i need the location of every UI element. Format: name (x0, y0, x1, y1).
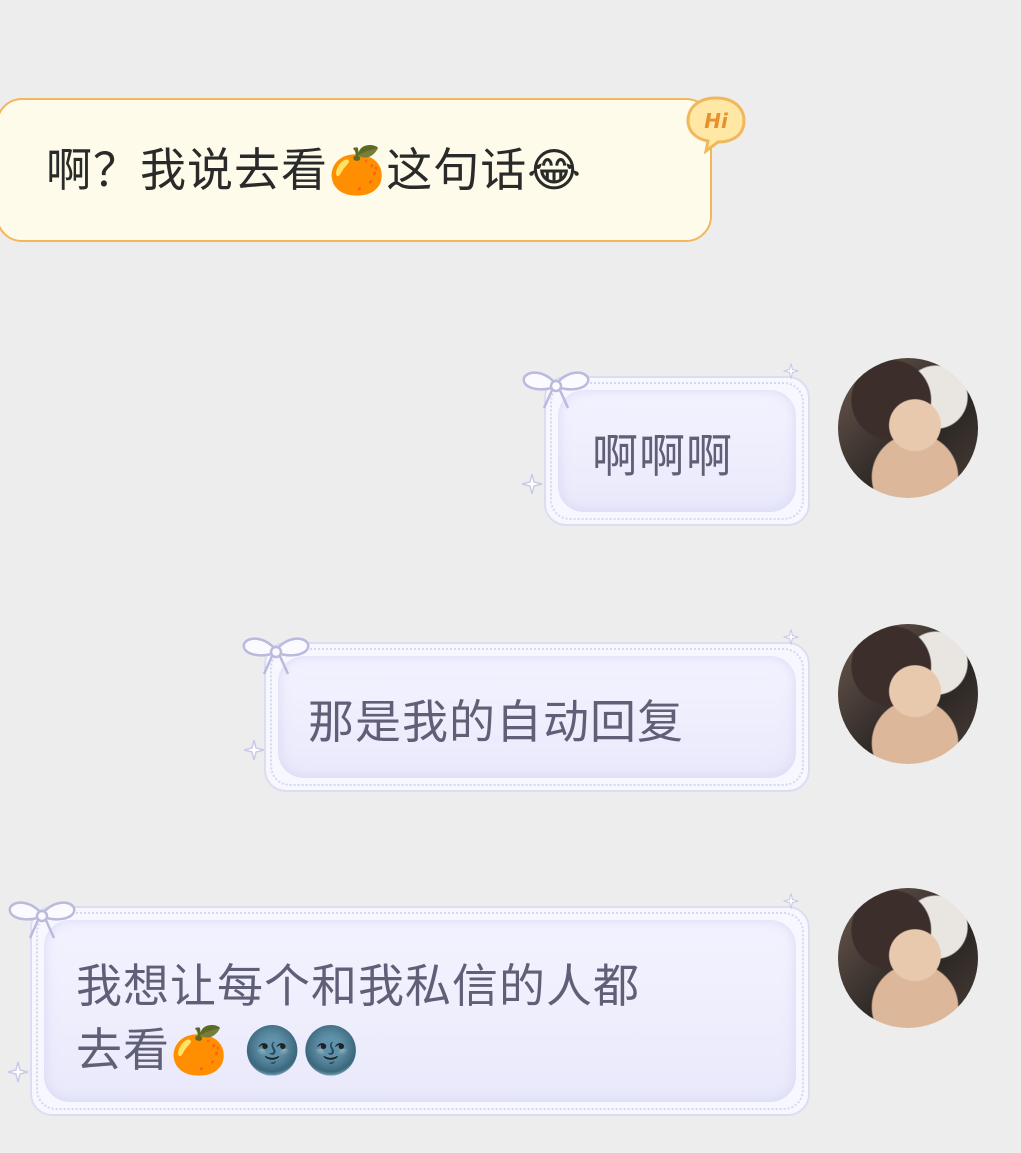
user-avatar[interactable] (838, 624, 978, 764)
tangerine-emoji: 🍊 (328, 143, 387, 197)
outgoing-message-text: 那是我的自动回复 (308, 695, 684, 749)
new-moon-face-emoji: 🌚 (243, 1023, 303, 1077)
message-text-part: 去看 (76, 1023, 170, 1077)
user-avatar[interactable] (838, 888, 978, 1028)
outgoing-message-text: 啊啊啊 (592, 429, 733, 483)
bow-icon (242, 637, 310, 675)
sparkle-icon (521, 473, 543, 495)
sparkle-icon (243, 739, 265, 761)
message-text-part: 这句话 (386, 143, 528, 197)
sparkle-icon (783, 893, 799, 909)
user-avatar[interactable] (838, 358, 978, 498)
sparkle-icon (783, 629, 799, 645)
laughing-tears-emoji: 😂 (527, 143, 583, 197)
tangerine-emoji: 🍊 (170, 1023, 229, 1077)
outgoing-message-bubble[interactable]: 那是我的自动回复 (264, 642, 810, 792)
incoming-message-bubble[interactable]: 啊？我说去看🍊这句话😂 (0, 98, 712, 242)
message-text-part: 啊？我说去看 (46, 143, 328, 197)
message-line: 我想让每个和我私信的人都 (76, 959, 640, 1013)
sparkle-icon (7, 1061, 29, 1083)
new-moon-face-emoji: 🌚 (302, 1023, 361, 1077)
outgoing-message-bubble[interactable]: 我想让每个和我私信的人都 去看🍊 🌚🌚 (30, 906, 810, 1116)
bow-icon (8, 901, 76, 939)
message-line: 去看🍊 🌚🌚 (76, 1018, 640, 1082)
incoming-message-text: 啊？我说去看🍊这句话😂 (46, 140, 582, 200)
outgoing-message-text: 我想让每个和我私信的人都 去看🍊 🌚🌚 (76, 954, 640, 1082)
bow-icon (522, 371, 590, 409)
hi-badge-text: Hi (704, 109, 729, 133)
sparkle-icon (783, 363, 799, 379)
hi-badge-icon: Hi (686, 96, 746, 154)
